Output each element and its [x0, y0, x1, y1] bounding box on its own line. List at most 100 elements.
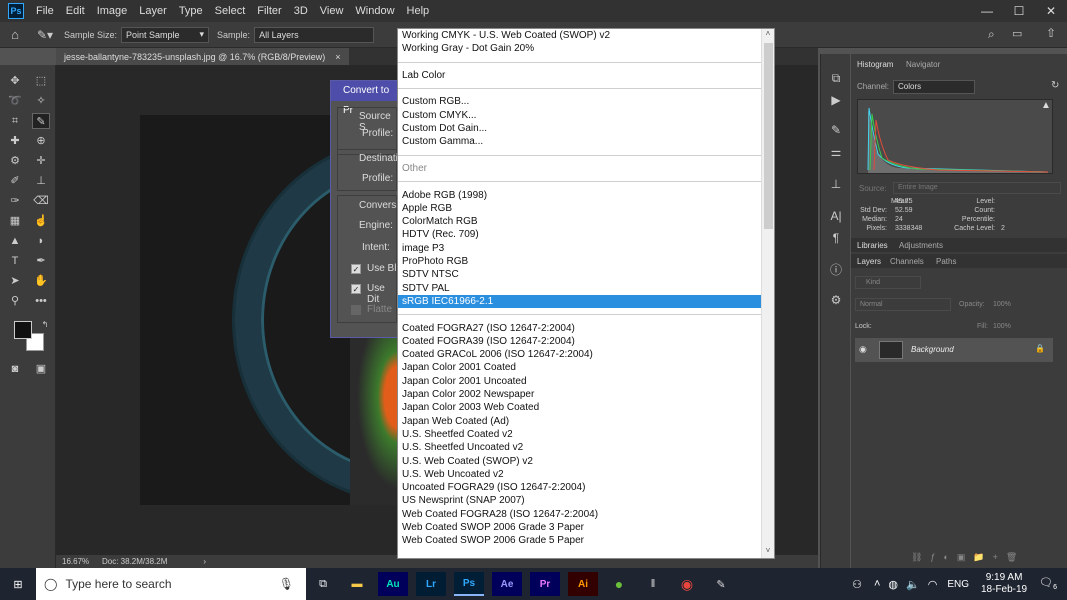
paragraph-panel-icon[interactable]: ¶ [828, 230, 844, 246]
kind-filter[interactable]: Kind [855, 276, 921, 289]
more-tools-icon[interactable]: ••• [32, 293, 50, 309]
minimize-button[interactable]: — [971, 0, 1003, 22]
blur-tool-icon[interactable]: ▲ [6, 233, 24, 249]
profile-option[interactable]: Working Gray - Dot Gain 20% [398, 42, 762, 55]
profile-option[interactable]: U.S. Web Uncoated v2 [398, 468, 762, 481]
tab-channels[interactable]: Channels [890, 257, 924, 266]
eyedropper-icon[interactable]: ✎▾ [30, 28, 60, 42]
profile-option[interactable]: Custom Gamma... [398, 135, 762, 148]
menu-window[interactable]: Window [349, 0, 400, 22]
history-brush-tool-icon[interactable]: ✑ [6, 193, 24, 209]
profile-option[interactable]: Lab Color [398, 69, 762, 82]
eraser-tool-icon[interactable]: ⌫ [32, 193, 50, 209]
profile-option[interactable]: Web Coated SWOP 2006 Grade 5 Paper [398, 534, 762, 547]
notification-icon[interactable]: 🗨6 [1039, 576, 1057, 591]
smudge-tool-icon[interactable]: ☝ [32, 213, 50, 229]
profile-dropdown-list[interactable]: Working CMYK - U.S. Web Coated (SWOP) v2… [397, 28, 775, 559]
zoom-tool-icon[interactable]: ⚲ [6, 293, 24, 309]
profile-option[interactable]: US Newsprint (SNAP 2007) [398, 494, 762, 507]
quick-mask-icon[interactable]: ◙ [6, 361, 24, 377]
profile-option[interactable]: Working CMYK - U.S. Web Coated (SWOP) v2 [398, 29, 762, 42]
profile-option[interactable]: Custom RGB... [398, 95, 762, 108]
crop-tool-icon[interactable]: ⌗ [6, 113, 24, 129]
profile-option[interactable]: Apple RGB [398, 202, 762, 215]
clone-stamp-tool-icon[interactable]: ⊥ [32, 173, 50, 189]
swap-colors-icon[interactable]: ↰ [36, 317, 54, 333]
profile-option[interactable]: SDTV NTSC [398, 268, 762, 281]
tab-layers[interactable]: Layers [857, 257, 881, 266]
refresh-icon[interactable]: ↻ [1051, 80, 1059, 91]
adjust-panel-icon[interactable]: ⚌ [828, 144, 844, 160]
network-icon[interactable]: ◍ [888, 578, 898, 591]
profile-option[interactable]: Uncoated FOGRA29 (ISO 12647-2:2004) [398, 481, 762, 494]
menu-filter[interactable]: Filter [251, 0, 287, 22]
profile-option[interactable]: Custom CMYK... [398, 109, 762, 122]
library-app-icon[interactable]: ‖ [636, 578, 670, 590]
fill-value[interactable]: 100% [993, 323, 1011, 330]
profile-option[interactable]: Coated FOGRA27 (ISO 12647-2:2004) [398, 322, 762, 335]
blend-mode-select[interactable]: Normal [855, 298, 951, 311]
profile-option[interactable]: ProPhoto RGB [398, 255, 762, 268]
maximize-button[interactable]: ☐ [1003, 0, 1035, 22]
patch-tool-icon[interactable]: ⊕ [32, 133, 50, 149]
profile-option[interactable]: U.S. Sheetfed Coated v2 [398, 428, 762, 441]
status-arrow-icon[interactable]: › [203, 557, 206, 566]
brush-panel-icon[interactable]: ✎ [828, 122, 844, 138]
task-view-icon[interactable]: ⧉ [306, 578, 340, 591]
paint-icon[interactable]: ✎ [704, 578, 738, 591]
opacity-value[interactable]: 100% [993, 301, 1011, 308]
healing-tool-icon[interactable]: ✚ [6, 133, 24, 149]
stamp-panel-icon[interactable]: ⊥ [828, 176, 844, 192]
profile-option[interactable]: Custom Dot Gain... [398, 122, 762, 135]
zoom-level[interactable]: 16.67% [56, 557, 96, 566]
volume-icon[interactable]: 🔈 [906, 578, 920, 591]
profile-option[interactable]: Web Coated SWOP 2006 Grade 3 Paper [398, 521, 762, 534]
search-icon[interactable]: ⌕ [988, 27, 995, 42]
menu-file[interactable]: File [30, 0, 60, 22]
profile-option[interactable]: SDTV PAL [398, 282, 762, 295]
scroll-up-icon[interactable]: ˄ [762, 29, 774, 41]
profile-option[interactable]: U.S. Sheetfed Uncoated v2 [398, 441, 762, 454]
marquee-tool-icon[interactable]: ⬚ [32, 73, 50, 89]
menu-edit[interactable]: Edit [60, 0, 91, 22]
source-select[interactable]: Entire Image [893, 182, 1061, 194]
wifi-icon[interactable]: ◠ [928, 578, 938, 591]
brush-tool-icon[interactable]: ✐ [6, 173, 24, 189]
layer-row[interactable]: ◉ Background 🔒 [855, 338, 1053, 362]
sample-size-select[interactable]: Point Sample ▾ [121, 26, 210, 43]
profile-option[interactable]: Japan Color 2001 Uncoated [398, 375, 762, 388]
use-dither-checkbox[interactable]: ✓ [351, 284, 361, 294]
chrome-icon[interactable]: ◉ [670, 576, 704, 593]
move-tool-icon[interactable]: ✥ [6, 73, 24, 89]
workspace-icon[interactable]: ▭ [1012, 27, 1022, 40]
taskbar-search[interactable]: ◯ Type here to search 🎙 [36, 568, 306, 600]
stamp-tool-icon[interactable]: ⚙ [6, 153, 24, 169]
illustrator-app-icon[interactable]: Ai [568, 572, 598, 596]
layer-name[interactable]: Background [911, 345, 954, 354]
share-icon[interactable]: ⇧ [1046, 26, 1056, 40]
gradient-tool-icon[interactable]: ▦ [6, 213, 24, 229]
tray-chevron-icon[interactable]: ˄ [874, 578, 880, 590]
document-tab[interactable]: jesse-ballantyne-783235-unsplash.jpg @ 1… [56, 48, 349, 65]
scroll-down-icon[interactable]: ˅ [762, 546, 774, 558]
menu-layer[interactable]: Layer [133, 0, 173, 22]
audition-app-icon[interactable]: Au [378, 572, 408, 596]
profile-option[interactable]: U.S. Web Coated (SWOP) v2 [398, 455, 762, 468]
screen-mode-icon[interactable]: ▣ [32, 361, 50, 377]
profile-option[interactable]: image P3 [398, 242, 762, 255]
profile-option[interactable]: Coated GRACoL 2006 (ISO 12647-2:2004) [398, 348, 762, 361]
profile-option[interactable]: Japan Color 2002 Newspaper [398, 388, 762, 401]
lasso-tool-icon[interactable]: ➰ [6, 93, 24, 109]
utorrent-icon[interactable]: ● [602, 576, 636, 592]
profile-option[interactable]: Coated FOGRA39 (ISO 12647-2:2004) [398, 335, 762, 348]
pen-tool-icon[interactable]: ✒ [32, 253, 50, 269]
tab-libraries[interactable]: Libraries [857, 241, 888, 250]
profile-option[interactable]: HDTV (Rec. 709) [398, 228, 762, 241]
character-panel-icon[interactable]: A| [828, 208, 844, 224]
profile-option[interactable]: Japan Color 2001 Coated [398, 361, 762, 374]
sample-select[interactable]: All Layers [254, 26, 375, 43]
menu-help[interactable]: Help [401, 0, 436, 22]
bandaid-tool-icon[interactable]: ✛ [32, 153, 50, 169]
menu-select[interactable]: Select [209, 0, 252, 22]
eye-icon[interactable]: ◉ [859, 344, 867, 355]
